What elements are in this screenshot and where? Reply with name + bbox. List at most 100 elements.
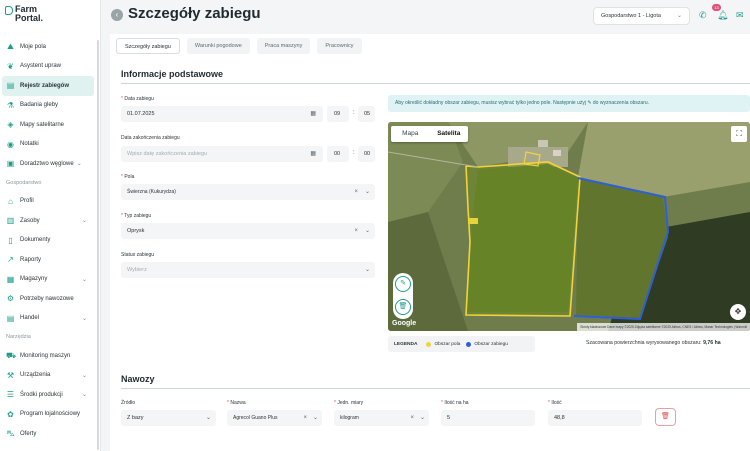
- leaves-icon: ✿: [7, 409, 14, 419]
- chevron-down-icon: ⌄: [81, 392, 87, 399]
- back-button[interactable]: ‹: [111, 9, 123, 21]
- sidebar-item-zasoby[interactable]: ▥ Zasoby ⌄: [2, 211, 94, 231]
- minute-input[interactable]: 05: [358, 106, 375, 122]
- bell-icon[interactable]: 🔔︎: [717, 10, 728, 21]
- end-minute-input[interactable]: 00: [358, 146, 375, 162]
- end-hour-input[interactable]: 00: [327, 146, 349, 162]
- calendar-icon: ▦: [310, 111, 316, 117]
- map-imagery: [388, 122, 750, 331]
- chevron-down-icon: ⌄: [205, 415, 211, 421]
- delete-fertilizer-button[interactable]: 🗑︎: [655, 408, 676, 426]
- warehouse-icon: ▦: [6, 274, 15, 284]
- sidebar-item-notatki[interactable]: ◉ Notatki: [2, 135, 94, 155]
- map-toggle-map[interactable]: Mapa: [391, 126, 430, 142]
- status-select[interactable]: Wybierz ⌄: [121, 262, 375, 278]
- document-icon: ▣: [6, 159, 15, 169]
- tab-warunki-pogodowe[interactable]: Warunki pogodowe: [186, 38, 250, 54]
- map-toggle-satellite[interactable]: Satelita: [430, 126, 469, 142]
- legend-dot-treatment: [466, 341, 472, 347]
- phone-icon[interactable]: ✆: [699, 10, 707, 21]
- shop-icon: ▤: [6, 313, 15, 323]
- sidebar-item-label: Profil: [20, 198, 34, 205]
- tab-szczegoly-zabiegu[interactable]: Szczegóły zabiegu: [116, 38, 180, 54]
- logo-line2: Portal.: [15, 13, 44, 23]
- fertilizer-name-select[interactable]: Agrecol Guano Plus × ⌄: [227, 410, 322, 426]
- amount-label: * Ilość: [548, 400, 562, 406]
- field-select[interactable]: Świerzna (Kukurydza) × ⌄: [121, 184, 375, 200]
- sidebar-item-label: Dokumenty: [20, 237, 51, 244]
- unit-label: * Jedn. miary: [334, 400, 364, 406]
- tab-pracownicy[interactable]: Pracownicy: [317, 38, 362, 54]
- sidebar-item-monitoring-maszyn[interactable]: ⛟ Monitoring maszyn: [2, 346, 94, 366]
- sidebar-item-label: Doradztwo węglowe: [20, 160, 74, 167]
- clear-icon[interactable]: ×: [354, 184, 358, 200]
- chevron-down-icon: ⌄: [364, 189, 370, 195]
- clear-icon[interactable]: ×: [410, 410, 414, 426]
- sidebar-item-moje-pola[interactable]: ⛰ Moje pola: [2, 37, 94, 57]
- treatment-type-select[interactable]: Oprysk × ⌄: [121, 223, 375, 239]
- date-input[interactable]: 01.07.2025 ▦: [121, 106, 323, 122]
- source-select[interactable]: Z bazy ⌄: [121, 410, 216, 426]
- hour-input[interactable]: 09: [327, 106, 349, 122]
- cart-icon: ⛍: [6, 429, 15, 439]
- sidebar-item-label: Moje pola: [20, 43, 47, 50]
- trash-icon[interactable]: 🗑︎: [395, 299, 411, 315]
- field-label: * Pola: [121, 174, 135, 180]
- header: ‹ Szczegóły zabiegu Gospodarstwo 1 - Lig…: [101, 0, 750, 33]
- pencil-icon[interactable]: ✎: [395, 276, 411, 292]
- sidebar-item-label: Rejestr zabiegów: [20, 82, 70, 89]
- sidebar-item-doradztwo-weglowe[interactable]: ▣ Doradztwo węglowe ⌄: [2, 154, 94, 174]
- sidebar-item-badania-gleby[interactable]: ⚗ Badania gleby: [2, 96, 94, 116]
- sidebar-item-profil[interactable]: ⌂ Profil: [2, 192, 94, 212]
- sidebar-item-program-lojalnosciowy[interactable]: ✿ Program lojalnościowy: [2, 405, 94, 425]
- sidebar-item-oferty[interactable]: ⛍ Oferty: [2, 424, 94, 444]
- chevron-down-icon: ⌄: [364, 228, 370, 234]
- per-ha-label: * Ilość na ha: [441, 400, 469, 406]
- chevron-left-icon: ‹: [115, 10, 119, 19]
- chevron-down-icon: ⌄: [81, 218, 87, 225]
- section-title-fertilizers: Nawozy: [121, 374, 155, 384]
- database-icon: ☰: [6, 390, 15, 400]
- satellite-map[interactable]: Mapa Satelita ⛶ ✎ 🗑︎ ✥ Google Skróty kla…: [388, 122, 750, 331]
- google-logo: Google: [392, 320, 417, 327]
- sidebar-item-potrzeby-nawozowe[interactable]: ⚙ Potrzeby nawozowe: [2, 289, 94, 309]
- sidebar-item-magazyny[interactable]: ▦ Magazyny ⌄: [2, 270, 94, 290]
- sidebar-item-mapy-satelitarne[interactable]: ◈ Mapy satelitarne: [2, 115, 94, 135]
- sidebar-item-urzadzenia[interactable]: ⚒ Urządzenia ⌄: [2, 366, 94, 386]
- bar-chart-icon: ▥: [6, 216, 15, 226]
- end-date-input[interactable]: Wpisz datę zakończenia zabiegu ▦: [121, 146, 323, 162]
- file-icon: ▯: [8, 235, 13, 245]
- fullscreen-icon[interactable]: ⛶: [731, 126, 747, 142]
- date-label: * Data zabiegu: [121, 96, 154, 102]
- sidebar-item-handel[interactable]: ▤ Handel ⌄: [2, 309, 94, 329]
- farm-portal-logo[interactable]: Farm Portal.: [5, 5, 43, 23]
- sidebar-item-raporty[interactable]: ↗ Raporty: [2, 250, 94, 270]
- sidebar-item-label: Środki produkcji: [20, 391, 63, 398]
- sidebar-item-dokumenty[interactable]: ▯ Dokumenty: [2, 231, 94, 251]
- clear-icon[interactable]: ×: [354, 223, 358, 239]
- amount-input[interactable]: 48,8: [548, 410, 642, 426]
- draw-tools: ✎ 🗑︎: [393, 273, 413, 319]
- per-ha-input[interactable]: 5: [441, 410, 535, 426]
- sidebar-item-label: Magazyny: [20, 276, 48, 283]
- mail-icon[interactable]: ✉: [736, 10, 744, 21]
- chevron-down-icon: ⌄: [364, 267, 370, 273]
- compass-icon[interactable]: ✥: [730, 304, 746, 320]
- tab-praca-maszyny[interactable]: Praca maszyny: [256, 38, 311, 54]
- unit-select[interactable]: kilogram × ⌄: [334, 410, 429, 426]
- divider: [121, 83, 750, 84]
- satellite-icon: ◈: [7, 120, 14, 130]
- gear-icon: ⚙: [6, 294, 15, 304]
- farm-select[interactable]: Gospodarstwo 1 - Ligota ⌄: [593, 7, 690, 25]
- clear-icon[interactable]: ×: [303, 410, 307, 426]
- legend-dot-field: [426, 341, 432, 347]
- map-info-box: Aby określić dokładny obszar zabiegu, mu…: [388, 95, 750, 112]
- sidebar-item-srodki-produkcji[interactable]: ☰ Środki produkcji ⌄: [2, 385, 94, 405]
- sidebar-item-asystent-upraw[interactable]: ❦ Asystent upraw: [2, 57, 94, 77]
- sidebar-scrollbar[interactable]: [97, 40, 99, 450]
- sidebar-item-rejestr-zabiegow[interactable]: ▤ Rejestr zabiegów: [2, 76, 94, 96]
- calendar-icon: ▦: [310, 151, 316, 157]
- eye-icon: ◉: [7, 139, 14, 149]
- map-attribution[interactable]: Skróty klawiszowe Dane mapy ©2025 Zdjęci…: [577, 323, 750, 331]
- notification-badge: 13: [712, 4, 721, 11]
